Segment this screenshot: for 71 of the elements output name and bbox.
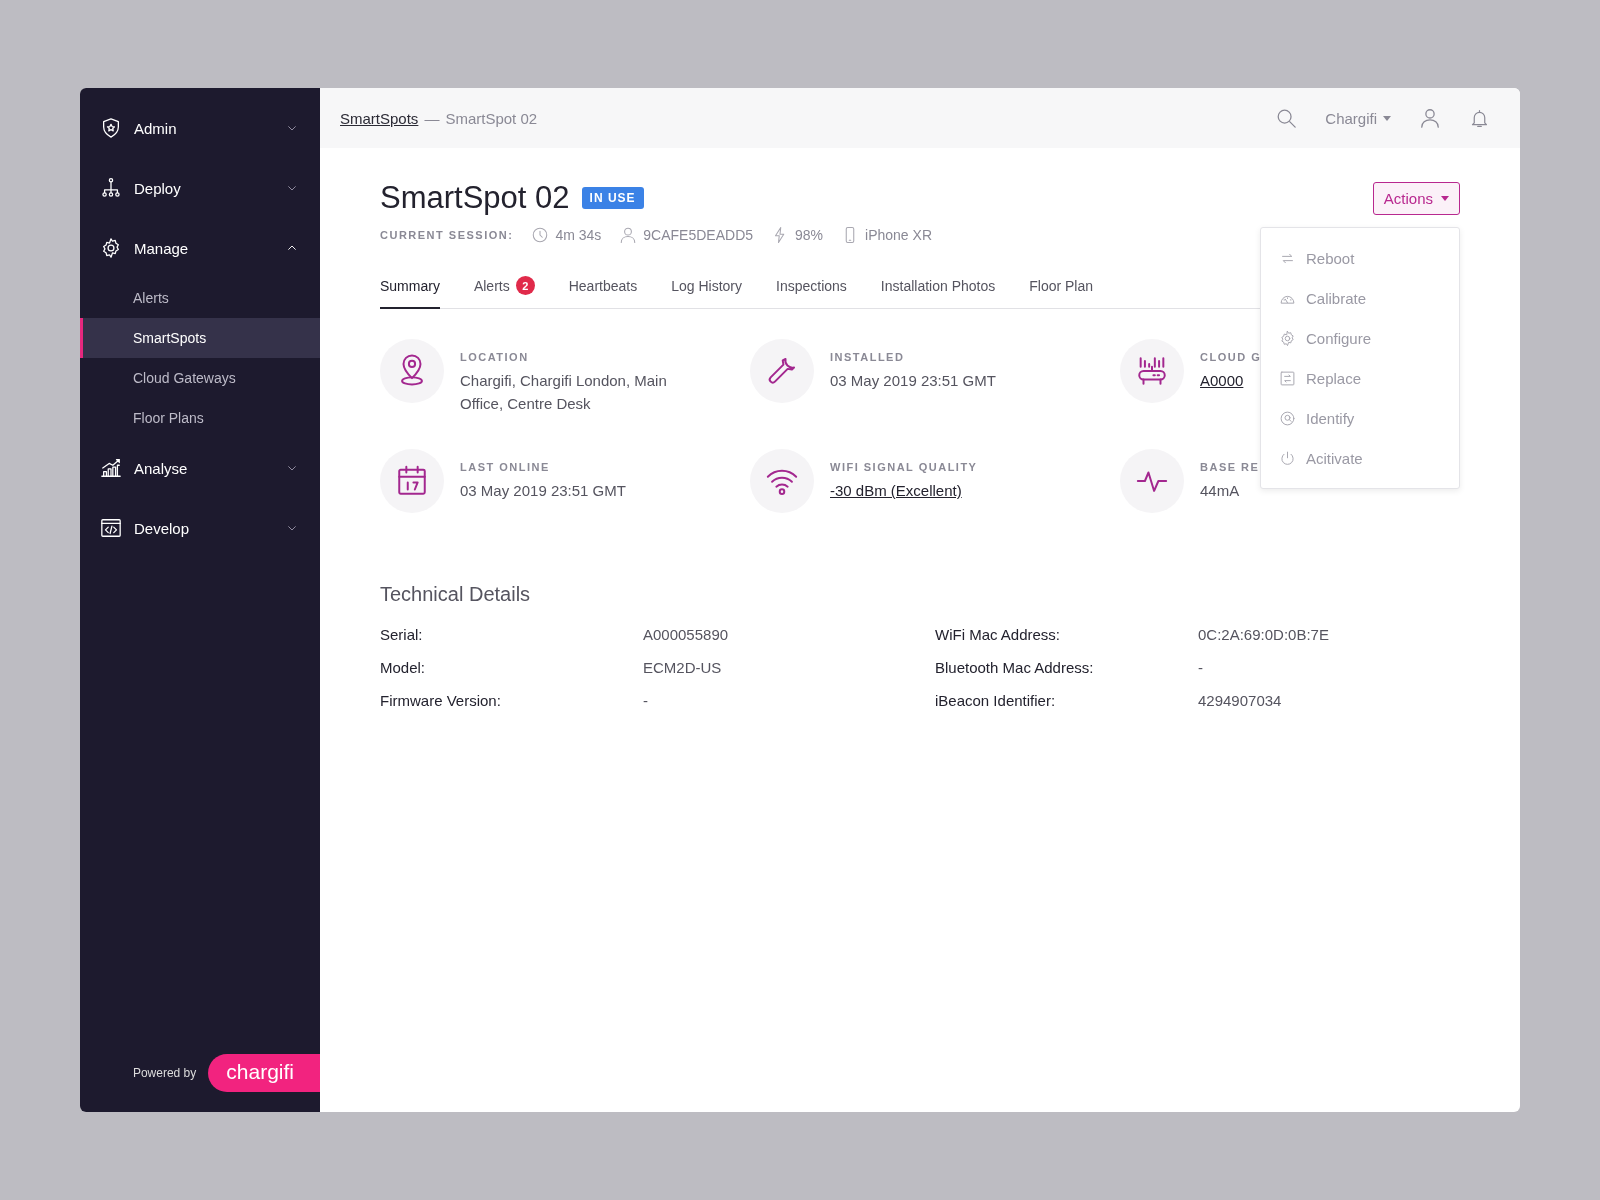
nav-item[interactable]: Alerts [80, 278, 320, 318]
powered-by-label: Powered by [132, 1066, 197, 1080]
session-value: 9CAFE5DEADD5 [643, 227, 754, 243]
info-label: CLOUD G [1200, 351, 1262, 363]
nav-group[interactable]: Deploy [80, 158, 320, 218]
value-link[interactable]: A0000 [1200, 369, 1262, 392]
detail-label: Bluetooth Mac Address: [935, 659, 1095, 676]
tab[interactable]: Installation Photos [880, 270, 996, 309]
detail-value: 0C:2A:69:0D:0B:7E [1198, 626, 1330, 643]
gear-icon [1279, 329, 1296, 347]
info-label: BASE RE [1200, 461, 1260, 473]
detail-value: A000055890 [643, 626, 730, 643]
clock-icon [531, 226, 550, 244]
tab[interactable]: Floor Plan [1029, 270, 1094, 309]
info-label: LOCATION [460, 351, 530, 363]
brand-logo: chargifi [208, 1054, 320, 1092]
search-icon[interactable] [1275, 107, 1298, 129]
tab[interactable]: Log History [671, 270, 742, 309]
value-link[interactable]: -30 dBm (Excellent) [830, 479, 978, 502]
router-icon [1135, 354, 1169, 388]
detail-label: Serial: [380, 626, 424, 643]
info-value: 03 May 2019 23:51 GMT [460, 481, 626, 501]
count-badge: 2 [515, 276, 535, 295]
shield-icon [100, 117, 122, 139]
tab[interactable]: Inspections [776, 270, 847, 309]
status-badge: IN USE [581, 187, 644, 209]
nav-group[interactable]: Admin [80, 98, 320, 158]
detail-label: iBeacon Identifier: [935, 692, 1057, 709]
info-label: INSTALLED [830, 351, 906, 363]
code-window-icon [100, 517, 122, 539]
session-value: 98% [795, 227, 824, 243]
session-value: iPhone XR [865, 227, 932, 243]
info-value: 44mA [1200, 481, 1241, 501]
target-icon [1279, 409, 1296, 427]
swap-icon [1279, 369, 1296, 387]
nav-item[interactable]: SmartSpots [80, 318, 320, 358]
bar-chart-icon [100, 457, 122, 479]
detail-value: - [643, 692, 649, 709]
section-title: Technical Details [380, 583, 532, 606]
info-label: WIFI SIGNAL QUALITY [830, 461, 978, 473]
actions-button[interactable]: Actions [1372, 181, 1460, 215]
detail-label: Model: [380, 659, 427, 676]
breadcrumb-link[interactable]: SmartSpots [340, 109, 419, 127]
tab[interactable]: Summary [380, 270, 440, 309]
nav-group[interactable]: Analyse [80, 438, 320, 498]
page-title: SmartSpot 02 [380, 180, 570, 216]
nav-group[interactable]: Develop [80, 498, 320, 558]
detail-label: WiFi Mac Address: [935, 626, 1062, 643]
user-icon[interactable] [1419, 107, 1441, 129]
breadcrumb-current: SmartSpot 02 [445, 109, 538, 127]
session-label: CURRENT SESSION: [380, 229, 514, 241]
tab[interactable]: Alerts 2 [473, 270, 535, 309]
info-value: Chargifi, Chargifi London, Main Office, Centre Desk [460, 371, 668, 414]
breadcrumb-separator: — [424, 109, 440, 127]
gear-icon [100, 237, 122, 259]
user-icon [619, 226, 638, 244]
power-icon [1279, 449, 1296, 467]
info-value: 03 May 2019 23:51 GMT [830, 371, 996, 391]
nav-item[interactable]: Cloud Gateways [80, 358, 320, 398]
calendar-icon [395, 464, 429, 498]
info-label: LAST ONLINE [460, 461, 551, 473]
detail-value: - [1198, 659, 1204, 676]
hierarchy-icon [100, 177, 122, 199]
session-value: 4m 34s [555, 227, 602, 243]
nav-group[interactable]: Manage [80, 218, 320, 278]
detail-label: Firmware Version: [380, 692, 502, 709]
tab[interactable]: Heartbeats [568, 270, 638, 309]
nav-item[interactable]: Floor Plans [80, 398, 320, 438]
bell-icon[interactable] [1469, 107, 1490, 129]
detail-value: ECM2D-US [643, 659, 723, 676]
detail-value: 4294907034 [1198, 692, 1283, 709]
